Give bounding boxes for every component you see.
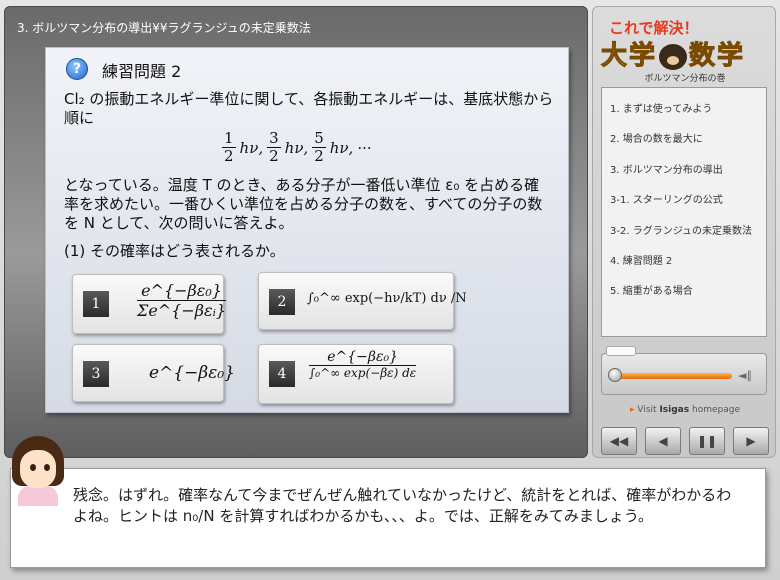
exercise-card: ? 練習問題 2 Cl₂ の振動エネルギー準位に関して、各振動エネルギーは、基底… xyxy=(45,47,569,413)
menu-item-4[interactable]: 4. 練習問題 2 xyxy=(610,252,672,267)
brand-name-left: 大学 xyxy=(600,41,658,72)
fraction-three-halves: 32 xyxy=(267,129,281,165)
dialog-box: 残念。はずれ。確率なんて今までぜんぜん触れていなかったけど、統計をとれば、確率が… xyxy=(10,468,766,568)
menu-item-2[interactable]: 2. 場合の数を最大に xyxy=(610,130,703,145)
sequence-term: hν, xyxy=(284,138,309,157)
bear-mascot-icon xyxy=(659,43,688,70)
slider-tooltip xyxy=(606,346,636,356)
menu-item-3-2[interactable]: 3-2. ラグランジュの未定乗数法 xyxy=(610,222,752,237)
option-number: 4 xyxy=(269,361,295,387)
lesson-frame: 3. ボルツマン分布の導出¥¥ラグランジュの未定乗数法 ? 練習問題 2 Cl₂… xyxy=(4,6,588,458)
visit-homepage-link[interactable]: ▸ Visit Isigas homepage xyxy=(593,405,777,415)
app-stage: 3. ボルツマン分布の導出¥¥ラグランジュの未定乗数法 ? 練習問題 2 Cl₂… xyxy=(0,0,780,580)
option-formula: ∫₀^∞ exp(−hν/kT) dν /N xyxy=(307,291,467,306)
brand-logo: 大学 数学 xyxy=(600,35,746,72)
slider-track[interactable] xyxy=(614,373,732,379)
option-formula-denominator: ∫₀^∞ exp(−βε) dε xyxy=(309,366,417,380)
energy-sequence: 12 hν, 32 hν, 52 hν, ··· xyxy=(222,130,372,165)
option-formula-denominator: Σe^{−βεᵢ} xyxy=(137,301,227,320)
menu-item-5[interactable]: 5. 縮重がある場合 xyxy=(610,282,693,297)
rewind-button[interactable]: ◀◀ xyxy=(601,427,637,455)
sequence-term: hν, xyxy=(329,138,354,157)
sequence-ellipsis: ··· xyxy=(357,138,372,157)
menu-item-3[interactable]: 3. ボルツマン分布の導出 xyxy=(610,161,723,176)
menu-item-1[interactable]: 1. まずは使ってみよう xyxy=(610,100,712,115)
guide-character-avatar xyxy=(8,436,70,506)
problem-text-intro: Cl₂ の振動エネルギー準位に関して、各振動エネルギーは、基底状態から順に xyxy=(64,90,554,127)
window-title: 3. ボルツマン分布の導出¥¥ラグランジュの未定乗数法 xyxy=(17,21,311,35)
answer-option-4[interactable]: 4 e^{−βε₀} ∫₀^∞ exp(−βε) dε xyxy=(258,344,454,404)
play-button[interactable]: ▶ xyxy=(733,427,769,455)
fraction-five-halves: 52 xyxy=(312,129,326,165)
slider-knob[interactable] xyxy=(608,368,622,382)
fraction-one-half: 12 xyxy=(222,129,236,165)
question-icon: ? xyxy=(66,58,88,80)
option-number: 3 xyxy=(83,361,109,387)
chapter-menu: 1. まずは使ってみよう 2. 場合の数を最大に 3. ボルツマン分布の導出 3… xyxy=(601,87,767,337)
playback-slider[interactable]: ◄∥ xyxy=(601,346,767,395)
option-formula: e^{−βε₀} xyxy=(149,363,235,383)
menu-item-3-1[interactable]: 3-1. スターリングの公式 xyxy=(610,191,723,206)
problem-text-body: となっている。温度 T のとき、ある分子が一番低い準位 ε₀ を占める確率を求め… xyxy=(64,176,543,232)
option-number: 2 xyxy=(269,289,295,315)
brand-name-right: 数学 xyxy=(689,41,746,72)
option-formula-numerator: e^{−βε₀} xyxy=(309,349,417,366)
answer-option-1[interactable]: 1 e^{−βε₀} Σe^{−βεᵢ} xyxy=(72,274,227,334)
sequence-term: hν, xyxy=(239,138,264,157)
speaker-icon[interactable]: ◄∥ xyxy=(738,369,752,382)
back-button[interactable]: ◀ xyxy=(645,427,681,455)
dialog-text: 残念。はずれ。確率なんて今までぜんぜん触れていなかったけど、統計をとれば、確率が… xyxy=(73,486,732,525)
question-text: (1) その確率はどう表されるか。 xyxy=(64,242,285,260)
answer-option-2[interactable]: 2 ∫₀^∞ exp(−hν/kT) dν /N xyxy=(258,272,467,330)
navigation-panel: これで解決！ 大学 数学 ボルツマン分布の巻 1. まずは使ってみよう 2. 場合… xyxy=(592,6,776,458)
brand-subtitle: ボルツマン分布の巻 xyxy=(644,74,726,84)
answer-option-3[interactable]: 3 e^{−βε₀} xyxy=(72,344,235,402)
pause-button[interactable]: ❚❚ xyxy=(689,427,725,455)
option-number: 1 xyxy=(83,291,109,317)
visit-icon: ▸ xyxy=(629,405,635,415)
exercise-title: 練習問題 2 xyxy=(102,62,182,81)
option-formula-numerator: e^{−βε₀} xyxy=(137,281,227,301)
